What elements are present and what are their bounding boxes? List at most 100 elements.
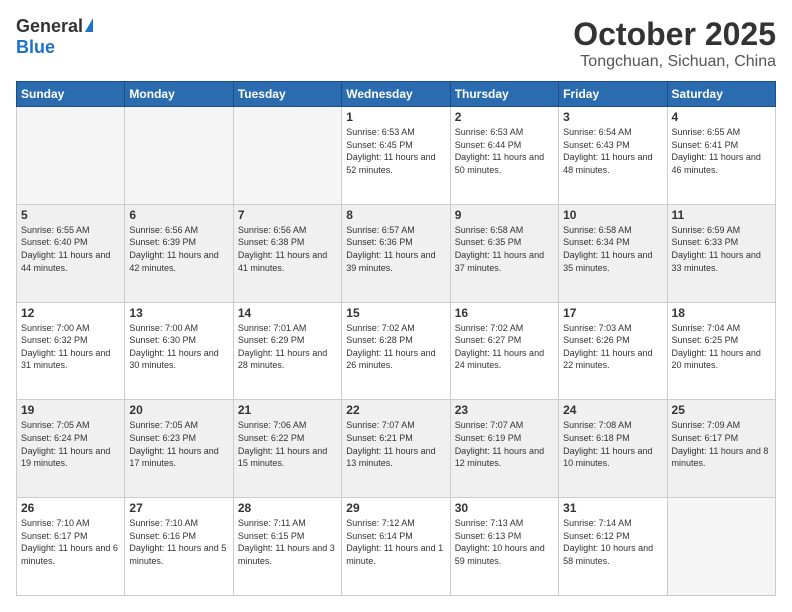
calendar-cell bbox=[17, 107, 125, 205]
calendar-cell: 3 Sunrise: 6:54 AM Sunset: 6:43 PM Daylig… bbox=[559, 107, 667, 205]
day-info: Sunrise: 6:55 AM Sunset: 6:40 PM Dayligh… bbox=[21, 224, 120, 274]
day-info: Sunrise: 7:02 AM Sunset: 6:28 PM Dayligh… bbox=[346, 322, 445, 372]
logo-general-text: General bbox=[16, 16, 83, 37]
day-info: Sunrise: 6:54 AM Sunset: 6:43 PM Dayligh… bbox=[563, 126, 662, 176]
day-header-saturday: Saturday bbox=[667, 82, 775, 107]
calendar-cell: 25Sunrise: 7:09 AM Sunset: 6:17 PM Dayli… bbox=[667, 400, 775, 498]
day-number: 22 bbox=[346, 403, 445, 417]
day-number: 11 bbox=[672, 208, 771, 222]
calendar-cell: 12Sunrise: 7:00 AM Sunset: 6:32 PM Dayli… bbox=[17, 302, 125, 400]
calendar-cell: 11 Sunrise: 6:59 AM Sunset: 6:33 PM Dayli… bbox=[667, 204, 775, 302]
day-header-sunday: Sunday bbox=[17, 82, 125, 107]
day-info: Sunrise: 7:01 AM Sunset: 6:29 PM Dayligh… bbox=[238, 322, 337, 372]
calendar-cell: 8 Sunrise: 6:57 AM Sunset: 6:36 PM Daylig… bbox=[342, 204, 450, 302]
day-number: 5 bbox=[21, 208, 120, 222]
calendar-cell: 24 Sunrise: 7:08 AM Sunset: 6:18 PM Dayli… bbox=[559, 400, 667, 498]
day-info: Sunrise: 7:05 AM Sunset: 6:24 PM Dayligh… bbox=[21, 419, 120, 469]
day-info: Sunrise: 7:07 AM Sunset: 6:21 PM Dayligh… bbox=[346, 419, 445, 469]
day-number: 29 bbox=[346, 501, 445, 515]
day-header-monday: Monday bbox=[125, 82, 233, 107]
day-info: Sunrise: 6:53 AM Sunset: 6:45 PM Dayligh… bbox=[346, 126, 445, 176]
day-info: Sunrise: 7:10 AM Sunset: 6:17 PM Dayligh… bbox=[21, 517, 120, 567]
page: General Blue October 2025 Tongchuan, Sic… bbox=[0, 0, 792, 612]
day-info: Sunrise: 7:08 AM Sunset: 6:18 PM Dayligh… bbox=[563, 419, 662, 469]
calendar-cell: 20 Sunrise: 7:05 AM Sunset: 6:23 PM Dayli… bbox=[125, 400, 233, 498]
day-number: 2 bbox=[455, 110, 554, 124]
day-number: 21 bbox=[238, 403, 337, 417]
day-header-friday: Friday bbox=[559, 82, 667, 107]
calendar-cell: 9 Sunrise: 6:58 AM Sunset: 6:35 PM Daylig… bbox=[450, 204, 558, 302]
day-number: 4 bbox=[672, 110, 771, 124]
calendar-table: SundayMondayTuesdayWednesdayThursdayFrid… bbox=[16, 81, 776, 596]
calendar-cell: 1Sunrise: 6:53 AM Sunset: 6:45 PM Daylig… bbox=[342, 107, 450, 205]
calendar-cell: 6 Sunrise: 6:56 AM Sunset: 6:39 PM Daylig… bbox=[125, 204, 233, 302]
calendar-week-5: 26Sunrise: 7:10 AM Sunset: 6:17 PM Dayli… bbox=[17, 498, 776, 596]
day-number: 24 bbox=[563, 403, 662, 417]
calendar-cell: 16 Sunrise: 7:02 AM Sunset: 6:27 PM Dayli… bbox=[450, 302, 558, 400]
day-info: Sunrise: 6:56 AM Sunset: 6:39 PM Dayligh… bbox=[129, 224, 228, 274]
calendar-week-2: 5 Sunrise: 6:55 AM Sunset: 6:40 PM Daylig… bbox=[17, 204, 776, 302]
day-info: Sunrise: 7:12 AM Sunset: 6:14 PM Dayligh… bbox=[346, 517, 445, 567]
day-info: Sunrise: 6:57 AM Sunset: 6:36 PM Dayligh… bbox=[346, 224, 445, 274]
title-block: October 2025 Tongchuan, Sichuan, China bbox=[573, 16, 776, 71]
logo-triangle-icon bbox=[85, 18, 93, 32]
day-number: 16 bbox=[455, 306, 554, 320]
logo: General Blue bbox=[16, 16, 93, 58]
calendar-cell: 30Sunrise: 7:13 AM Sunset: 6:13 PM Dayli… bbox=[450, 498, 558, 596]
day-number: 25 bbox=[672, 403, 771, 417]
day-info: Sunrise: 6:59 AM Sunset: 6:33 PM Dayligh… bbox=[672, 224, 771, 274]
calendar-week-1: 1Sunrise: 6:53 AM Sunset: 6:45 PM Daylig… bbox=[17, 107, 776, 205]
calendar-cell: 21Sunrise: 7:06 AM Sunset: 6:22 PM Dayli… bbox=[233, 400, 341, 498]
calendar-cell: 5 Sunrise: 6:55 AM Sunset: 6:40 PM Daylig… bbox=[17, 204, 125, 302]
day-number: 18 bbox=[672, 306, 771, 320]
day-number: 7 bbox=[238, 208, 337, 222]
day-info: Sunrise: 6:58 AM Sunset: 6:34 PM Dayligh… bbox=[563, 224, 662, 274]
day-info: Sunrise: 6:53 AM Sunset: 6:44 PM Dayligh… bbox=[455, 126, 554, 176]
day-header-wednesday: Wednesday bbox=[342, 82, 450, 107]
day-number: 6 bbox=[129, 208, 228, 222]
calendar-cell bbox=[125, 107, 233, 205]
day-number: 31 bbox=[563, 501, 662, 515]
day-info: Sunrise: 7:02 AM Sunset: 6:27 PM Dayligh… bbox=[455, 322, 554, 372]
logo-blue-text: Blue bbox=[16, 37, 55, 58]
day-number: 9 bbox=[455, 208, 554, 222]
calendar-cell: 7 Sunrise: 6:56 AM Sunset: 6:38 PM Daylig… bbox=[233, 204, 341, 302]
month-title: October 2025 bbox=[573, 16, 776, 53]
day-number: 8 bbox=[346, 208, 445, 222]
day-header-tuesday: Tuesday bbox=[233, 82, 341, 107]
day-number: 13 bbox=[129, 306, 228, 320]
calendar-cell bbox=[667, 498, 775, 596]
calendar-cell: 18Sunrise: 7:04 AM Sunset: 6:25 PM Dayli… bbox=[667, 302, 775, 400]
day-number: 3 bbox=[563, 110, 662, 124]
logo-text: General bbox=[16, 16, 93, 37]
calendar-cell: 14 Sunrise: 7:01 AM Sunset: 6:29 PM Dayli… bbox=[233, 302, 341, 400]
day-info: Sunrise: 6:58 AM Sunset: 6:35 PM Dayligh… bbox=[455, 224, 554, 274]
calendar-cell bbox=[233, 107, 341, 205]
calendar-cell: 15Sunrise: 7:02 AM Sunset: 6:28 PM Dayli… bbox=[342, 302, 450, 400]
calendar-cell: 23Sunrise: 7:07 AM Sunset: 6:19 PM Dayli… bbox=[450, 400, 558, 498]
day-info: Sunrise: 7:14 AM Sunset: 6:12 PM Dayligh… bbox=[563, 517, 662, 567]
day-number: 10 bbox=[563, 208, 662, 222]
day-number: 20 bbox=[129, 403, 228, 417]
day-info: Sunrise: 7:00 AM Sunset: 6:30 PM Dayligh… bbox=[129, 322, 228, 372]
day-header-thursday: Thursday bbox=[450, 82, 558, 107]
day-info: Sunrise: 7:03 AM Sunset: 6:26 PM Dayligh… bbox=[563, 322, 662, 372]
calendar-cell: 31 Sunrise: 7:14 AM Sunset: 6:12 PM Dayli… bbox=[559, 498, 667, 596]
day-number: 12 bbox=[21, 306, 120, 320]
calendar-week-4: 19Sunrise: 7:05 AM Sunset: 6:24 PM Dayli… bbox=[17, 400, 776, 498]
calendar-cell: 13 Sunrise: 7:00 AM Sunset: 6:30 PM Dayli… bbox=[125, 302, 233, 400]
calendar-cell: 4 Sunrise: 6:55 AM Sunset: 6:41 PM Daylig… bbox=[667, 107, 775, 205]
calendar-cell: 29 Sunrise: 7:12 AM Sunset: 6:14 PM Dayli… bbox=[342, 498, 450, 596]
day-info: Sunrise: 7:07 AM Sunset: 6:19 PM Dayligh… bbox=[455, 419, 554, 469]
calendar-cell: 10 Sunrise: 6:58 AM Sunset: 6:34 PM Dayli… bbox=[559, 204, 667, 302]
day-number: 17 bbox=[563, 306, 662, 320]
day-info: Sunrise: 7:05 AM Sunset: 6:23 PM Dayligh… bbox=[129, 419, 228, 469]
calendar-cell: 28Sunrise: 7:11 AM Sunset: 6:15 PM Dayli… bbox=[233, 498, 341, 596]
calendar-cell: 17 Sunrise: 7:03 AM Sunset: 6:26 PM Dayli… bbox=[559, 302, 667, 400]
day-info: Sunrise: 6:56 AM Sunset: 6:38 PM Dayligh… bbox=[238, 224, 337, 274]
day-number: 14 bbox=[238, 306, 337, 320]
calendar-cell: 26Sunrise: 7:10 AM Sunset: 6:17 PM Dayli… bbox=[17, 498, 125, 596]
location-title: Tongchuan, Sichuan, China bbox=[573, 53, 776, 71]
day-info: Sunrise: 6:55 AM Sunset: 6:41 PM Dayligh… bbox=[672, 126, 771, 176]
day-info: Sunrise: 7:10 AM Sunset: 6:16 PM Dayligh… bbox=[129, 517, 228, 567]
